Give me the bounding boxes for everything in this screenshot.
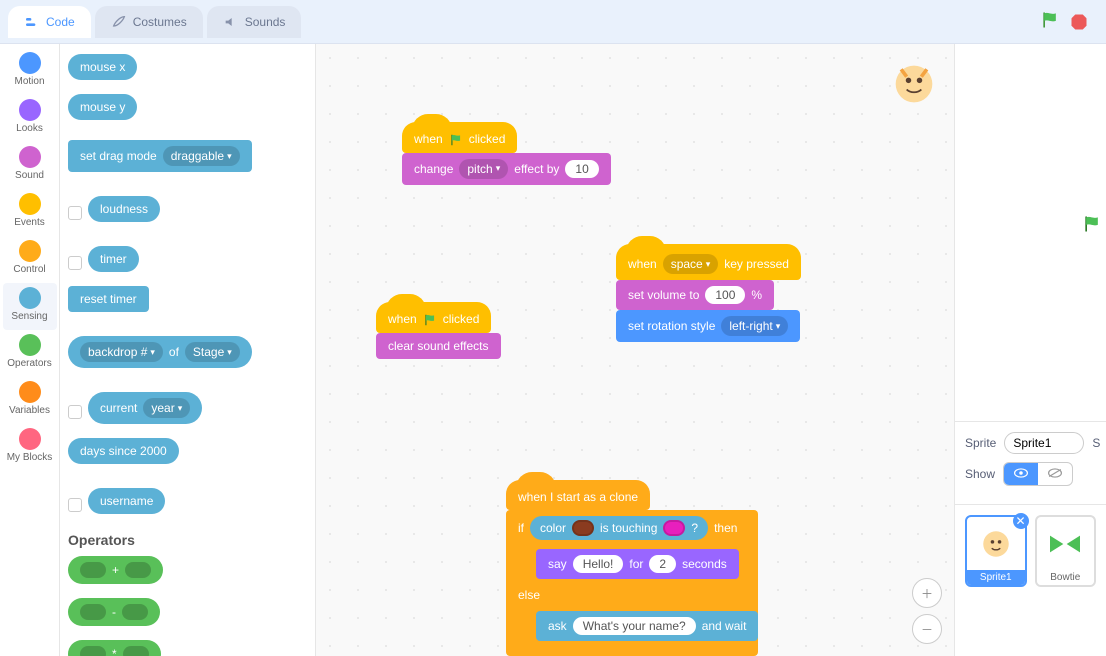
block-days-since-2000[interactable]: days since 2000 (68, 438, 179, 464)
block-timer[interactable]: timer (88, 246, 139, 272)
category-control[interactable]: Control (3, 236, 57, 283)
operators-heading: Operators (68, 532, 307, 548)
color-swatch-2[interactable] (663, 520, 685, 536)
timer-checkbox[interactable] (68, 256, 82, 270)
top-bar: Code Costumes Sounds (0, 0, 1106, 44)
say-text-input[interactable]: Hello! (573, 555, 624, 573)
sound-icon (223, 14, 239, 30)
block-current[interactable]: currentyear (88, 392, 202, 424)
show-toggle (1003, 462, 1073, 486)
show-off-button[interactable] (1038, 463, 1072, 485)
code-icon (24, 14, 40, 30)
tab-costumes-label: Costumes (133, 15, 187, 29)
zoom-in-button[interactable]: ＋ (912, 578, 942, 608)
editor-tabs: Code Costumes Sounds (8, 6, 301, 38)
tab-code-label: Code (46, 15, 75, 29)
sprite-name-input[interactable] (1004, 432, 1084, 454)
category-events[interactable]: Events (3, 189, 57, 236)
category-column: MotionLooksSoundEventsControlSensingOper… (0, 44, 60, 656)
block-change-effect[interactable]: changepitcheffect by10 (402, 153, 611, 185)
block-op-plus[interactable]: + (68, 556, 163, 584)
block-reset-timer[interactable]: reset timer (68, 286, 149, 312)
loudness-checkbox[interactable] (68, 206, 82, 220)
category-sensing[interactable]: Sensing (3, 283, 57, 330)
block-set-rotation-style[interactable]: set rotation styleleft-right (616, 310, 800, 342)
block-backdrop-of[interactable]: backdrop #ofStage (68, 336, 252, 368)
drag-mode-dropdown[interactable]: draggable (163, 146, 240, 166)
block-color-touching[interactable]: color is touching ? (530, 516, 708, 540)
block-set-volume[interactable]: set volume to100% (616, 280, 774, 310)
sprite-label: Sprite (965, 436, 996, 450)
script-stack-4[interactable]: when I start as a clone if color is touc… (506, 480, 758, 656)
category-motion[interactable]: Motion (3, 48, 57, 95)
tab-costumes[interactable]: Costumes (95, 6, 203, 38)
tab-sounds[interactable]: Sounds (207, 6, 302, 38)
block-set-drag-mode[interactable]: set drag modedraggable (68, 140, 252, 172)
block-when-flag-clicked[interactable]: whenclicked (402, 122, 517, 153)
effect-dropdown[interactable]: pitch (459, 159, 508, 179)
green-flag-button[interactable] (1040, 10, 1060, 33)
script-stack-1[interactable]: whenclicked changepitcheffect by10 (402, 122, 611, 185)
color-swatch-1[interactable] (572, 520, 594, 536)
block-op-minus[interactable]: - (68, 598, 160, 626)
tab-sounds-label: Sounds (245, 15, 286, 29)
category-sound[interactable]: Sound (3, 142, 57, 189)
category-looks[interactable]: Looks (3, 95, 57, 142)
sprite-watermark-icon (892, 62, 936, 106)
sprite-thumbnails: ✕Sprite1Bowtie (955, 505, 1106, 597)
sprite-thumb-sprite1[interactable]: ✕Sprite1 (965, 515, 1027, 587)
current-checkbox[interactable] (68, 405, 82, 419)
block-when-key-pressed[interactable]: whenspacekey pressed (616, 244, 801, 280)
if-arm: if color is touching ? then (506, 510, 758, 546)
right-panel: Sprite S Show ✕Sprite1Bowtie (954, 44, 1106, 656)
block-if-else[interactable]: if color is touching ? then sayHello!for… (506, 510, 758, 656)
sprite-thumb-bowtie[interactable]: Bowtie (1035, 515, 1097, 587)
flag-icon (449, 132, 463, 147)
stage-preview[interactable] (955, 44, 1106, 422)
ask-text-input[interactable]: What's your name? (573, 617, 696, 635)
script-stack-3[interactable]: whenspacekey pressed set volume to100% s… (616, 244, 801, 342)
backdrop-dropdown[interactable]: backdrop # (80, 342, 163, 362)
main-area: MotionLooksSoundEventsControlSensingOper… (0, 44, 1106, 656)
stage-flag-icon (1082, 214, 1102, 237)
run-controls (1040, 10, 1098, 33)
else-arm: else (506, 582, 758, 608)
flag-icon (423, 312, 437, 327)
block-when-flag-clicked-2[interactable]: whenclicked (376, 302, 491, 333)
block-when-start-clone[interactable]: when I start as a clone (506, 480, 650, 510)
block-mouse-y[interactable]: mouse y (68, 94, 137, 120)
effect-value-input[interactable]: 10 (565, 160, 598, 178)
tab-code[interactable]: Code (8, 6, 91, 38)
block-palette[interactable]: mouse x mouse y set drag modedraggable l… (60, 44, 316, 656)
block-loudness[interactable]: loudness (88, 196, 160, 222)
block-say-for-seconds[interactable]: sayHello!for2seconds (536, 549, 739, 579)
size-header: S (1092, 436, 1100, 450)
block-username[interactable]: username (88, 488, 165, 514)
category-myblocks[interactable]: My Blocks (3, 424, 57, 471)
category-operators[interactable]: Operators (3, 330, 57, 377)
stop-button[interactable] (1070, 13, 1088, 31)
block-mouse-x[interactable]: mouse x (68, 54, 137, 80)
block-op-times[interactable]: * (68, 640, 161, 656)
volume-input[interactable]: 100 (705, 286, 745, 304)
show-label: Show (965, 467, 995, 481)
script-stack-2[interactable]: whenclicked clear sound effects (376, 302, 501, 359)
show-on-button[interactable] (1004, 463, 1038, 485)
rotation-dropdown[interactable]: left-right (721, 316, 788, 336)
block-ask-and-wait[interactable]: askWhat's your name?and wait (536, 611, 758, 641)
key-dropdown[interactable]: space (663, 254, 719, 274)
zoom-controls: ＋ － (912, 578, 942, 644)
script-workspace[interactable]: whenclicked changepitcheffect by10 whenc… (316, 44, 954, 656)
zoom-out-button[interactable]: － (912, 614, 942, 644)
stage-dropdown[interactable]: Stage (185, 342, 240, 362)
block-clear-sound-effects[interactable]: clear sound effects (376, 333, 501, 359)
category-variables[interactable]: Variables (3, 377, 57, 424)
say-seconds-input[interactable]: 2 (649, 555, 676, 573)
brush-icon (111, 14, 127, 30)
current-dropdown[interactable]: year (143, 398, 190, 418)
sprite-info: Sprite S Show (955, 422, 1106, 505)
username-checkbox[interactable] (68, 498, 82, 512)
